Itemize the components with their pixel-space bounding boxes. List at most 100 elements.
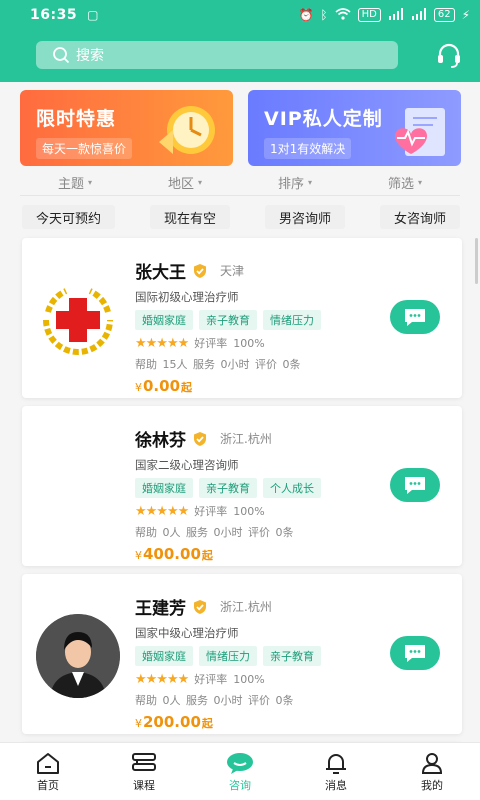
- specialty-tag: 情绪压力: [199, 646, 257, 666]
- chip-male-counselor[interactable]: 男咨询师: [264, 205, 345, 229]
- chat-button[interactable]: [390, 300, 440, 334]
- counselor-stats: 帮助 15人 服务 0小时 评价 0条: [135, 358, 301, 371]
- rating-value: 100%: [233, 672, 265, 686]
- counselor-name: 张大王: [135, 263, 186, 283]
- specialty-tag: 婚姻家庭: [135, 310, 193, 330]
- profile-icon: [421, 752, 443, 774]
- price-value: 0.00: [143, 377, 181, 395]
- counselor-title: 国家中级心理治疗师: [135, 626, 239, 640]
- chat-button[interactable]: [390, 636, 440, 670]
- status-icons: ⏰ ᛒ HD 62 ⚡: [298, 7, 470, 23]
- counselor-city: 天津: [220, 264, 245, 278]
- rating-value: 100%: [233, 336, 265, 350]
- counselor-card[interactable]: 张大王 天津 国际初级心理治疗师 婚姻家庭 亲子教育 情绪压力 ★★★★★ 好评…: [22, 238, 462, 398]
- specialty-tag: 婚姻家庭: [135, 646, 193, 666]
- rating-label: 好评率: [194, 337, 228, 350]
- rating-label: 好评率: [194, 505, 228, 518]
- price-value: 200.00: [143, 713, 201, 731]
- chat-bubble-icon: [405, 645, 425, 662]
- chip-female-counselor[interactable]: 女咨询师: [379, 205, 460, 229]
- chat-bubble-icon: [405, 477, 425, 494]
- counselor-card[interactable]: 徐林芬 浙江.杭州 国家二级心理咨询师 婚姻家庭 亲子教育 个人成长 ★★★★★…: [22, 406, 462, 566]
- price: ¥ 400.00 起: [135, 545, 385, 563]
- counselor-city: 浙江.杭州: [220, 432, 272, 446]
- customer-service-icon[interactable]: [432, 38, 466, 72]
- rating-value: 100%: [233, 504, 265, 518]
- promo-banner-special-offer[interactable]: 限时特惠 每天一款惊喜价: [20, 90, 233, 166]
- status-bar: 16:35 ▢ ⏰ ᛒ HD 62 ⚡: [0, 0, 480, 30]
- counselor-card[interactable]: 王建芳 浙江.杭州 国家中级心理治疗师 婚姻家庭 情绪压力 亲子教育 ★★★★★…: [22, 574, 462, 734]
- tab-label: 课程: [133, 778, 155, 792]
- caret-down-icon: ▾: [418, 177, 423, 187]
- avatar: [36, 278, 120, 362]
- search-icon: [53, 47, 70, 64]
- signal-icon: [388, 7, 404, 23]
- specialty-tag: 亲子教育: [199, 478, 257, 498]
- verified-badge-icon: [194, 599, 206, 614]
- filter-label: 筛选: [387, 176, 414, 192]
- specialty-tag: 亲子教育: [199, 310, 257, 330]
- filter-row: 主题 ▾ 地区 ▾ 排序 ▾ 筛选 ▾: [20, 172, 460, 192]
- tab-label: 消息: [325, 778, 347, 792]
- promo-banner-vip[interactable]: VIP私人定制 1对1有效解决: [248, 90, 461, 166]
- specialty-tag: 个人成长: [263, 478, 321, 498]
- filter-region[interactable]: 地区 ▾: [168, 172, 202, 192]
- alarm-icon: ⏰: [298, 8, 314, 22]
- course-icon: [132, 752, 156, 771]
- price-suffix: 起: [201, 549, 213, 562]
- scrollbar[interactable]: [475, 238, 478, 284]
- currency-symbol: ¥: [135, 549, 142, 562]
- price: ¥ 0.00 起: [135, 377, 385, 395]
- clock-icon: [151, 102, 223, 162]
- filter-screen[interactable]: 筛选 ▾: [388, 172, 422, 192]
- currency-symbol: ¥: [135, 717, 142, 730]
- filter-label: 地区: [167, 176, 194, 192]
- wifi-icon: [335, 7, 351, 23]
- tab-consult[interactable]: 咨询: [192, 743, 288, 800]
- counselor-stats: 帮助 0人 服务 0小时 评价 0条: [135, 526, 294, 539]
- home-icon: [37, 752, 59, 774]
- verified-badge-icon: [194, 431, 206, 446]
- price: ¥ 200.00 起: [135, 713, 385, 731]
- filter-label: 排序: [277, 176, 304, 192]
- status-time: 16:35: [30, 7, 78, 23]
- chip-available-today[interactable]: 今天可预约: [22, 205, 116, 229]
- bottom-tab-bar: 首页 课程 咨询 消息 我的: [0, 742, 480, 800]
- tab-profile[interactable]: 我的: [384, 743, 480, 800]
- consult-icon: [227, 752, 253, 774]
- price-suffix: 起: [201, 717, 213, 730]
- tab-label: 咨询: [229, 778, 251, 792]
- search-input[interactable]: 搜索: [36, 41, 398, 69]
- tab-label: 我的: [421, 778, 443, 792]
- chat-button[interactable]: [390, 468, 440, 502]
- filter-topic[interactable]: 主题 ▾: [58, 172, 92, 192]
- price-value: 400.00: [143, 545, 201, 563]
- tab-label: 首页: [37, 778, 59, 792]
- app-header: 16:35 ▢ ⏰ ᛒ HD 62 ⚡ 搜索: [0, 0, 480, 82]
- filter-label: 主题: [57, 176, 84, 192]
- specialty-tag: 婚姻家庭: [135, 478, 193, 498]
- search-placeholder: 搜索: [76, 48, 104, 64]
- counselor-name: 王建芳: [135, 599, 186, 619]
- tab-home[interactable]: 首页: [0, 743, 96, 800]
- counselor-city: 浙江.杭州: [220, 600, 272, 614]
- caret-down-icon: ▾: [308, 177, 313, 187]
- charging-icon: ⚡: [461, 8, 470, 22]
- counselor-stats: 帮助 0人 服务 0小时 评价 0条: [135, 694, 294, 707]
- tab-messages[interactable]: 消息: [288, 743, 384, 800]
- network-type-label: HD: [357, 8, 381, 22]
- banner-subtitle: 每天一款惊喜价: [36, 138, 133, 159]
- battery-icon: 62: [433, 8, 455, 22]
- rating-stars-icon: ★★★★★: [135, 503, 189, 519]
- filter-sort[interactable]: 排序 ▾: [278, 172, 312, 192]
- quick-filter-row: 今天可预约 现在有空 男咨询师 女咨询师: [22, 205, 460, 229]
- notification-icon: ▢: [87, 8, 99, 22]
- rating-stars-icon: ★★★★★: [135, 335, 189, 351]
- rating-stars-icon: ★★★★★: [135, 671, 189, 687]
- avatar: [36, 614, 120, 698]
- chat-bubble-icon: [405, 309, 425, 326]
- chip-free-now[interactable]: 现在有空: [149, 205, 230, 229]
- signal-icon-2: [411, 7, 427, 23]
- tab-course[interactable]: 课程: [96, 743, 192, 800]
- rating-label: 好评率: [194, 673, 228, 686]
